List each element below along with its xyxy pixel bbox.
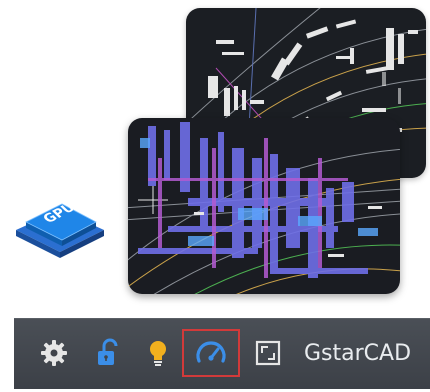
cad-drawing-front bbox=[128, 118, 400, 294]
status-bar: GstarCAD bbox=[14, 318, 430, 389]
brand-name: GstarCAD bbox=[304, 341, 412, 366]
hero-illustration: GPU bbox=[0, 0, 430, 300]
fullscreen-icon[interactable] bbox=[250, 335, 286, 371]
performance-gauge-icon[interactable] bbox=[193, 335, 229, 371]
gear-icon[interactable] bbox=[36, 335, 72, 371]
lightbulb-icon[interactable] bbox=[140, 335, 176, 371]
unlock-icon[interactable] bbox=[90, 335, 126, 371]
